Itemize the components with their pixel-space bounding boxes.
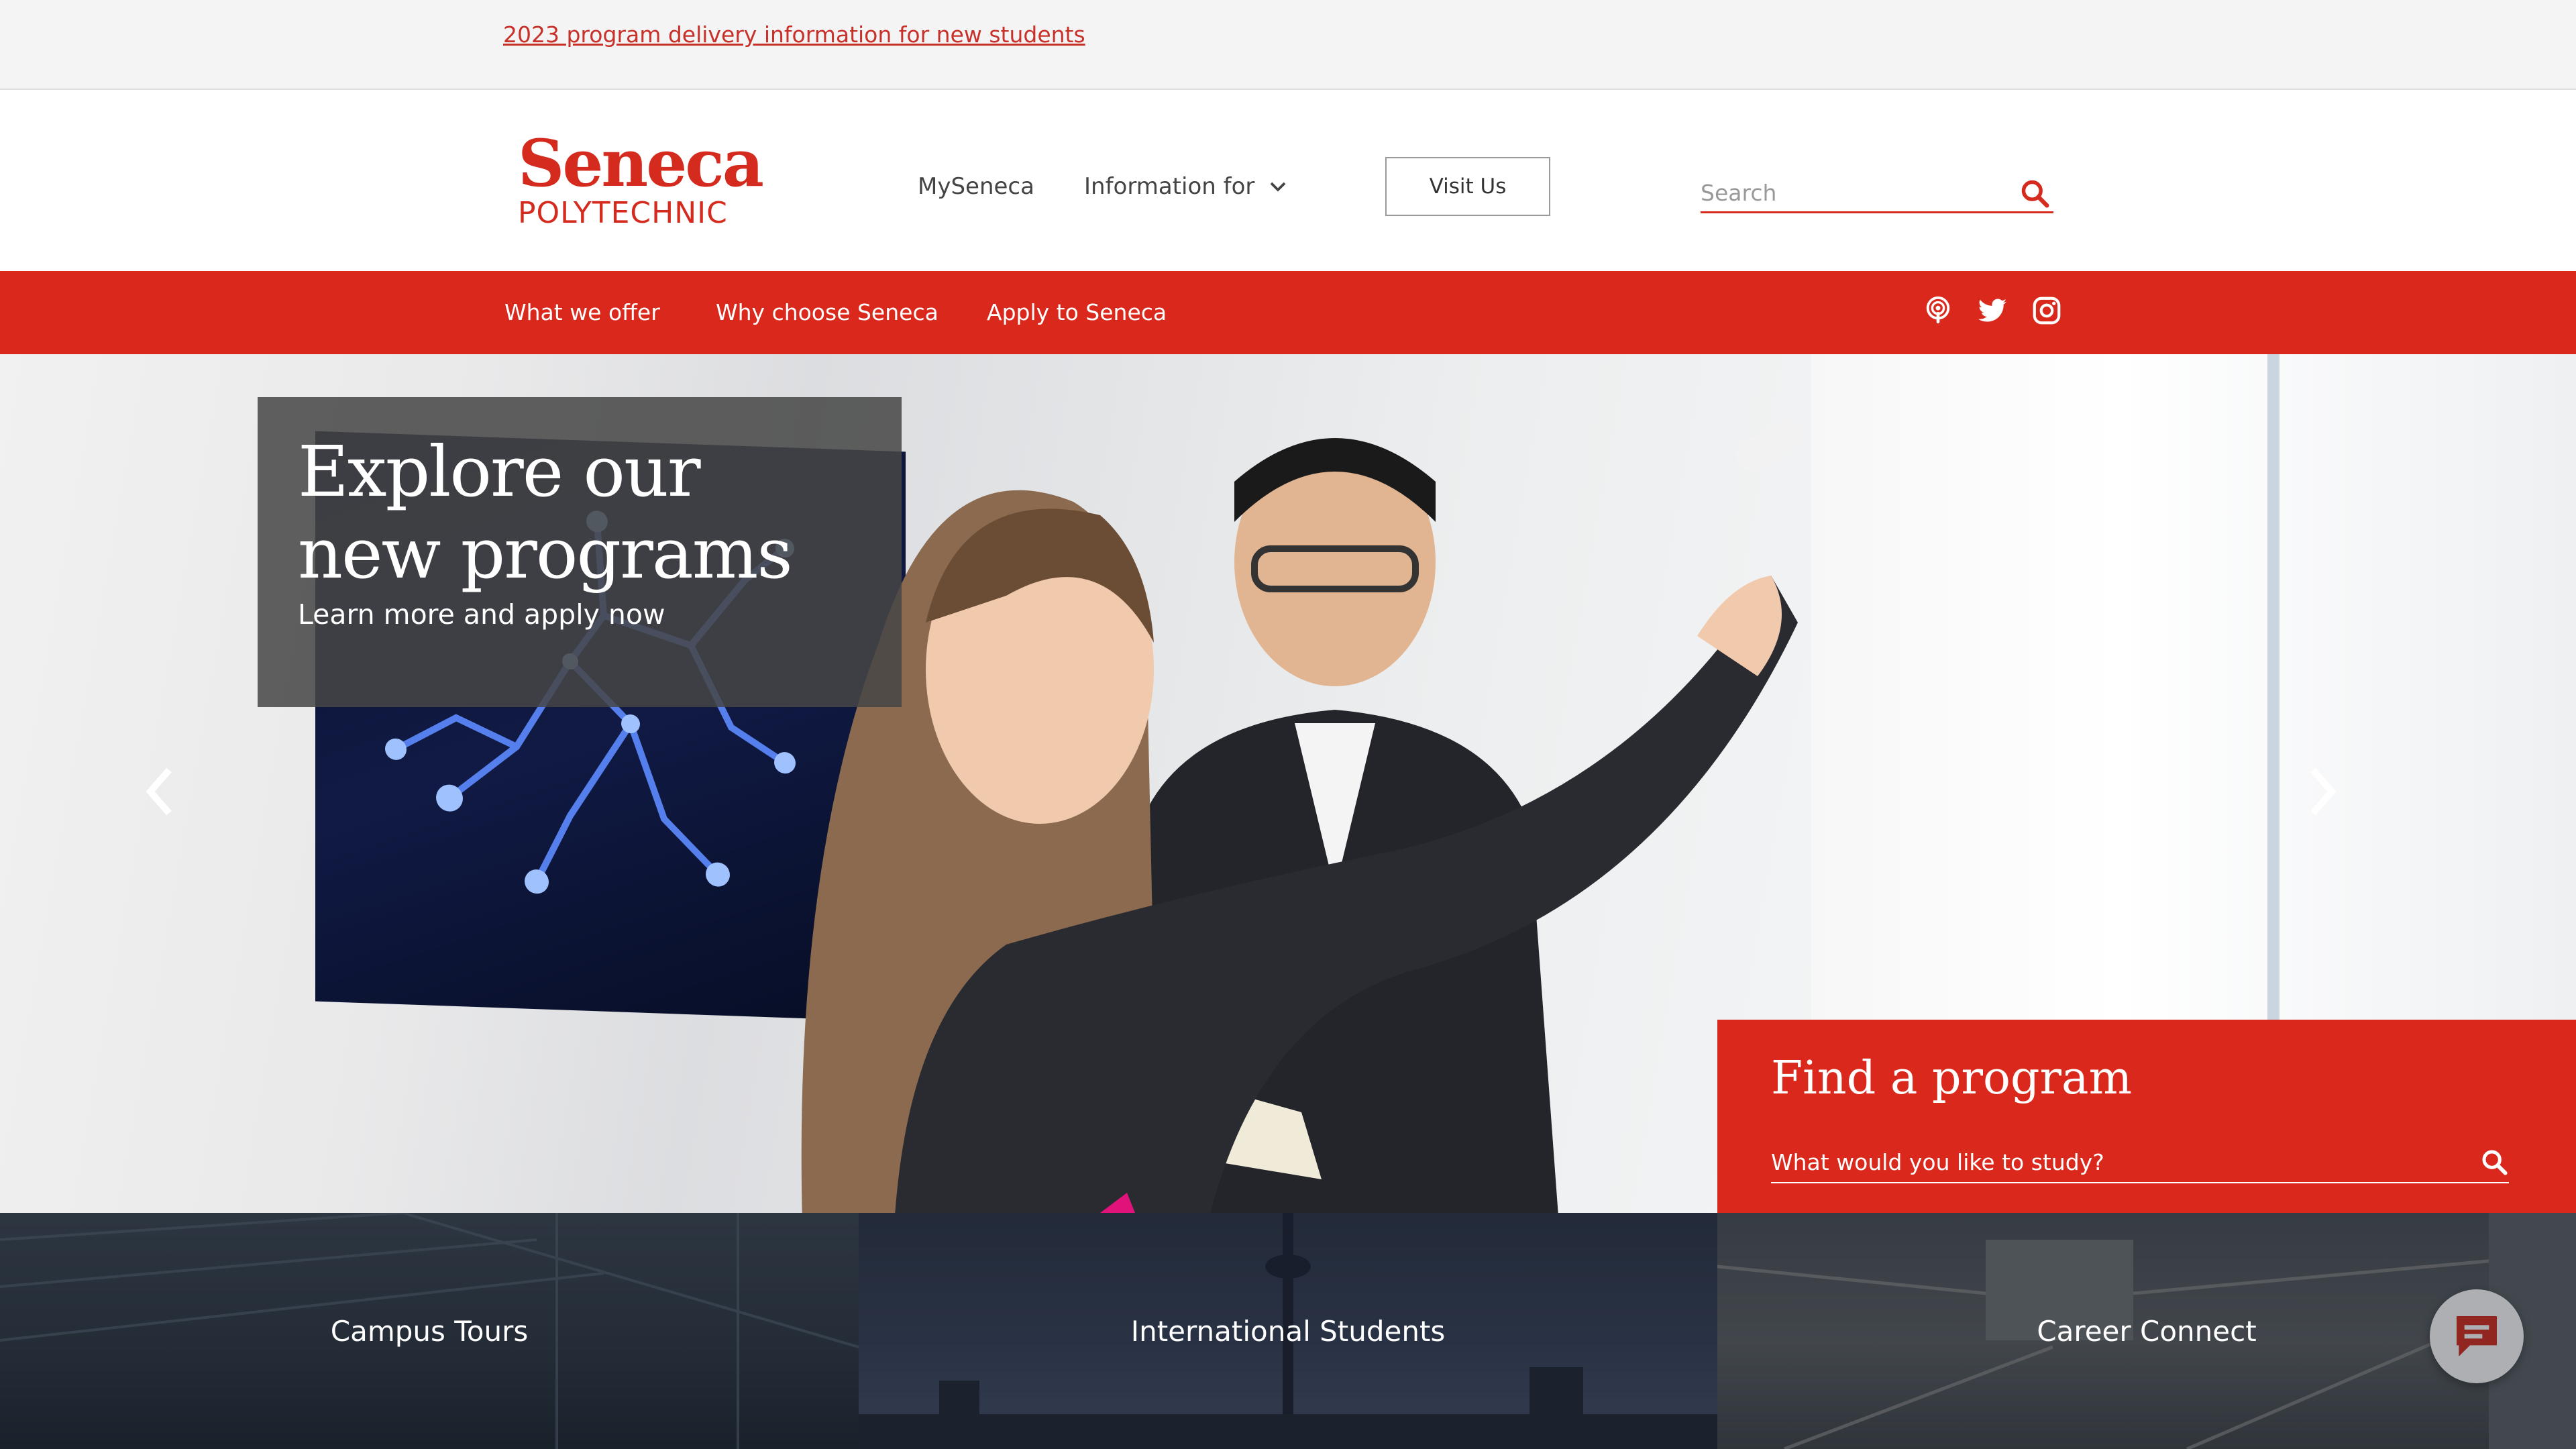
primary-nav: What we offer Why choose Seneca Apply to… — [0, 271, 2576, 354]
podcast-icon[interactable] — [1923, 295, 1953, 326]
program-search — [1771, 1143, 2509, 1183]
search-input[interactable] — [1701, 177, 2009, 208]
whiteboard-background — [1811, 354, 2576, 1025]
tile-label: International Students — [1130, 1314, 1446, 1348]
whiteboard-frame — [2267, 354, 2279, 1025]
hero-title: Explore our new programs — [298, 431, 793, 594]
chevron-left-icon[interactable] — [140, 765, 180, 818]
information-for-label: Information for — [1084, 173, 1255, 200]
instagram-icon[interactable] — [2031, 295, 2062, 326]
tile-label: Campus Tours — [330, 1314, 529, 1348]
chevron-down-icon — [1271, 182, 1286, 192]
tile-campus-tours[interactable]: Campus Tours — [0, 1213, 859, 1449]
site-header: Seneca POLYTECHNIC MySeneca Information … — [0, 90, 2576, 271]
find-program-title: Find a program — [1771, 1052, 2133, 1105]
logo-word: Seneca — [518, 125, 764, 201]
hero-slide-caption[interactable]: Explore our new programs Learn more and … — [258, 397, 902, 707]
announcement-bar: 2023 program delivery information for ne… — [0, 0, 2576, 90]
nav-what-we-offer[interactable]: What we offer — [504, 299, 660, 325]
seneca-logo[interactable]: Seneca POLYTECHNIC — [518, 125, 764, 231]
site-search — [1701, 176, 2053, 213]
find-program-panel: Find a program — [1717, 1020, 2576, 1213]
hero-subtitle: Learn more and apply now — [298, 598, 665, 631]
nav-why-choose-seneca[interactable]: Why choose Seneca — [716, 299, 938, 325]
tile-label: Career Connect — [2037, 1314, 2257, 1348]
chevron-right-icon[interactable] — [2302, 765, 2343, 818]
visit-us-button[interactable]: Visit Us — [1385, 157, 1550, 216]
tile-international-students[interactable]: International Students — [859, 1213, 1717, 1449]
tile-career-connect[interactable]: Career Connect — [1717, 1213, 2576, 1449]
nav-apply-to-seneca[interactable]: Apply to Seneca — [987, 299, 1167, 325]
information-for-dropdown[interactable]: Information for — [1084, 173, 1288, 200]
program-search-input[interactable] — [1771, 1143, 2442, 1181]
logo-subtitle: POLYTECHNIC — [518, 196, 728, 230]
search-icon[interactable] — [2481, 1148, 2508, 1175]
program-delivery-link[interactable]: 2023 program delivery information for ne… — [503, 21, 1085, 48]
twitter-icon[interactable] — [1977, 295, 2008, 326]
myseneca-link[interactable]: MySeneca — [918, 173, 1034, 200]
search-icon[interactable] — [2020, 178, 2049, 208]
